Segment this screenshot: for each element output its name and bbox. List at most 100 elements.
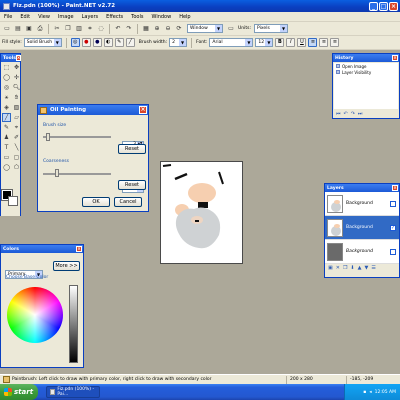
move-layer-down-icon[interactable]: ▼: [364, 265, 368, 271]
copy-icon[interactable]: ❐: [63, 24, 73, 34]
line-icon[interactable]: ╲: [12, 143, 21, 152]
pencil-mode-icon[interactable]: ✎: [114, 38, 124, 47]
bold-button[interactable]: B: [275, 38, 285, 47]
align-right-icon[interactable]: ≡: [330, 38, 340, 47]
magic-wand-icon[interactable]: ⚹: [2, 93, 11, 102]
align-center-icon[interactable]: ≡: [319, 38, 329, 47]
menu-view[interactable]: View: [34, 14, 54, 20]
close-icon[interactable]: ×: [392, 185, 398, 191]
clone-stamp-icon[interactable]: ♟: [2, 133, 11, 142]
volume-icon[interactable]: ◂: [369, 390, 371, 395]
draw-shape-filled-icon[interactable]: ●: [92, 38, 102, 47]
rectangle-icon[interactable]: ▭: [2, 153, 11, 162]
zoom-out-icon[interactable]: ⊖: [163, 24, 173, 34]
brush-size-slider-thumb[interactable]: [46, 133, 50, 141]
crop-icon[interactable]: ⌗: [85, 24, 95, 34]
draw-shape-both-icon[interactable]: ◐: [103, 38, 113, 47]
paste-icon[interactable]: ▥: [74, 24, 84, 34]
layer-visibility-checkbox[interactable]: [390, 248, 396, 255]
text-icon[interactable]: T: [2, 143, 11, 152]
move-selected-icon[interactable]: ✢: [12, 73, 21, 82]
history-item[interactable]: Layer Visibility: [334, 69, 398, 75]
more-colors-button[interactable]: More >>: [53, 261, 80, 271]
ok-button[interactable]: OK: [82, 197, 110, 207]
fill-style-dropdown[interactable]: Solid Brush ▼: [23, 38, 62, 47]
rotate-icon[interactable]: ⟳: [174, 24, 184, 34]
undo-icon[interactable]: ↶: [344, 111, 348, 117]
zoom-in-icon[interactable]: ⊕: [152, 24, 162, 34]
layer-visibility-checkbox[interactable]: [390, 200, 396, 207]
redo-icon[interactable]: ↷: [351, 111, 355, 117]
lasso-select-icon[interactable]: ◯: [2, 73, 11, 82]
open-folder-icon[interactable]: ▤: [13, 24, 23, 34]
draw-shape-outline-icon[interactable]: ●: [81, 38, 91, 47]
underline-button[interactable]: U: [297, 38, 307, 47]
deselect-icon[interactable]: ◌: [96, 24, 106, 34]
fast-forward-icon[interactable]: ⏭: [358, 111, 363, 117]
pan-icon[interactable]: ✋︎: [12, 93, 21, 102]
menu-layers[interactable]: Layers: [78, 14, 103, 20]
layer-row[interactable]: Background: [325, 192, 399, 216]
close-icon[interactable]: ×: [392, 55, 398, 61]
ellipse-icon[interactable]: ◯: [2, 163, 11, 172]
move-layer-up-icon[interactable]: ▲: [358, 265, 362, 271]
network-icon[interactable]: ▪: [363, 390, 366, 395]
italic-button[interactable]: I: [286, 38, 296, 47]
move-selection-icon[interactable]: ✥: [12, 63, 21, 72]
redo-icon[interactable]: ↷: [124, 24, 134, 34]
delete-layer-icon[interactable]: ✕: [336, 265, 340, 271]
menu-edit[interactable]: Edit: [16, 14, 34, 20]
font-size-dropdown[interactable]: 12 ▼: [255, 38, 274, 47]
new-file-icon[interactable]: ▭: [2, 24, 12, 34]
undo-icon[interactable]: ↶: [113, 24, 123, 34]
pencil-icon[interactable]: ✎: [2, 123, 11, 132]
layer-row-selected[interactable]: Background ✓: [325, 216, 399, 240]
coarseness-slider-thumb[interactable]: [55, 169, 59, 177]
recolor-icon[interactable]: ✐: [12, 133, 21, 142]
layer-properties-icon[interactable]: ☰: [371, 265, 375, 271]
minimize-button[interactable]: _: [369, 1, 378, 11]
ruler-icon[interactable]: ▭: [226, 24, 236, 34]
menu-effects[interactable]: Effects: [102, 14, 127, 20]
zoom-icon[interactable]: 🔍︎: [12, 83, 21, 92]
save-icon[interactable]: ▣: [24, 24, 34, 34]
antialias-icon[interactable]: ◎: [70, 38, 80, 47]
cut-icon[interactable]: ✂: [52, 24, 62, 34]
merge-layer-icon[interactable]: ⬇: [350, 265, 354, 271]
close-button[interactable]: ×: [389, 1, 398, 11]
menu-file[interactable]: File: [0, 14, 16, 20]
font-dropdown[interactable]: Arial ▼: [209, 38, 254, 47]
layer-row[interactable]: Background: [325, 240, 399, 264]
menu-image[interactable]: Image: [54, 14, 78, 20]
paint-bucket-icon[interactable]: ◈: [2, 103, 11, 112]
close-icon[interactable]: ×: [76, 246, 82, 252]
rectangle-select-icon[interactable]: ⬚: [2, 63, 11, 72]
paintbrush-icon[interactable]: ╱: [2, 113, 11, 122]
layer-visibility-checkbox[interactable]: ✓: [390, 224, 396, 231]
freeform-shape-icon[interactable]: ⬠: [12, 163, 21, 172]
menu-help[interactable]: Help: [175, 14, 194, 20]
rounded-rectangle-icon[interactable]: ▢: [12, 153, 21, 162]
brightness-slider[interactable]: [69, 285, 78, 363]
image-canvas[interactable]: [160, 161, 243, 264]
close-icon[interactable]: ×: [15, 55, 22, 61]
line-mode-icon[interactable]: ╱: [125, 38, 135, 47]
align-left-icon[interactable]: ≡: [308, 38, 318, 47]
grid-icon[interactable]: ▦: [141, 24, 151, 34]
secondary-color-swatch[interactable]: [8, 196, 18, 206]
eraser-icon[interactable]: ▱: [12, 113, 21, 122]
taskbar-item-paintnet[interactable]: Fiz.pdn (100%) - Pai...: [46, 386, 100, 398]
gradient-icon[interactable]: ▧: [12, 103, 21, 112]
brush-size-reset-button[interactable]: Reset: [118, 144, 146, 154]
add-layer-icon[interactable]: ▣: [328, 265, 333, 271]
menu-window[interactable]: Window: [147, 14, 175, 20]
print-icon[interactable]: ⎙: [35, 24, 45, 34]
rewind-icon[interactable]: ⏮: [336, 111, 341, 117]
brush-size-slider[interactable]: [43, 136, 111, 138]
coarseness-reset-button[interactable]: Reset: [118, 180, 146, 190]
units-dropdown[interactable]: Pixels ▼: [254, 24, 289, 33]
close-icon[interactable]: ×: [139, 106, 147, 114]
start-button[interactable]: start: [0, 384, 38, 400]
color-wheel[interactable]: [7, 287, 63, 343]
window-dropdown[interactable]: Window ▼: [187, 24, 223, 33]
